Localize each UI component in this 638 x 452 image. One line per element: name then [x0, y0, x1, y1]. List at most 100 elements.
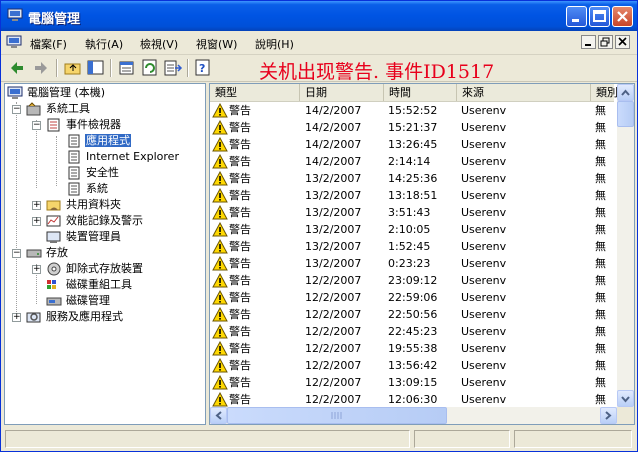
- event-category: 無: [595, 155, 606, 168]
- tree-node-system-tools[interactable]: 系統工具: [26, 101, 91, 117]
- forward-button[interactable]: [31, 58, 51, 78]
- scroll-up-button[interactable]: [617, 84, 634, 101]
- event-category: 無: [595, 121, 606, 134]
- table-row[interactable]: 警告 14/2/2007 2:14:14 Userenv 無: [210, 153, 614, 170]
- event-type: 警告: [229, 104, 251, 117]
- tree-node-root[interactable]: 電腦管理 (本機): [7, 85, 106, 101]
- table-row[interactable]: 警告 14/2/2007 15:21:37 Userenv 無: [210, 119, 614, 136]
- event-type: 警告: [229, 172, 251, 185]
- menu-action[interactable]: 執行(A): [85, 36, 123, 52]
- column-header-source[interactable]: 來源: [457, 84, 591, 101]
- tree-node-security-log[interactable]: 安全性: [66, 165, 120, 181]
- child-restore-button[interactable]: [598, 35, 613, 49]
- table-row[interactable]: 警告 13/2/2007 14:25:36 Userenv 無: [210, 170, 614, 187]
- column-header-type[interactable]: 類型: [210, 84, 300, 101]
- expander-shared-folders[interactable]: +: [32, 201, 41, 210]
- expander-services-apps[interactable]: +: [12, 313, 21, 322]
- tree-node-shared-folders[interactable]: 共用資料夾: [46, 197, 122, 213]
- services-icon: [26, 312, 41, 323]
- menu-help[interactable]: 說明(H): [255, 36, 294, 52]
- tree-node-device-manager[interactable]: 裝置管理員: [46, 229, 122, 245]
- table-row[interactable]: 警告 13/2/2007 13:18:51 Userenv 無: [210, 187, 614, 204]
- table-row[interactable]: 警告 12/2/2007 19:55:38 Userenv 無: [210, 340, 614, 357]
- event-source: Userenv: [461, 325, 507, 338]
- properties-button[interactable]: [117, 58, 137, 78]
- help-button[interactable]: ?: [193, 58, 213, 78]
- maximize-button[interactable]: [589, 6, 610, 27]
- table-row[interactable]: 警告 13/2/2007 1:52:45 Userenv 無: [210, 238, 614, 255]
- tree-node-defrag[interactable]: 磁碟重組工具: [46, 277, 133, 293]
- console-tree: 電腦管理 (本機) − 系統工具 − 事件檢視器 應用程式 Internet E…: [4, 83, 206, 425]
- minimize-button[interactable]: [566, 6, 587, 27]
- show-hide-tree-button[interactable]: [86, 58, 106, 78]
- menu-view[interactable]: 檢視(V): [140, 36, 178, 52]
- title-bar[interactable]: 電腦管理: [1, 1, 637, 31]
- tree-node-services-apps[interactable]: 服務及應用程式: [26, 309, 124, 325]
- disk-management-icon: [46, 297, 62, 306]
- table-row[interactable]: 警告 14/2/2007 13:26:45 Userenv 無: [210, 136, 614, 153]
- event-category: 無: [595, 223, 606, 236]
- event-category: 無: [595, 138, 606, 151]
- tree-node-storage[interactable]: 存放: [26, 245, 69, 261]
- console-tree-icon: [87, 60, 104, 75]
- tree-node-perf-logs[interactable]: 效能記錄及警示: [46, 213, 144, 229]
- event-source: Userenv: [461, 223, 507, 236]
- table-row[interactable]: 警告 13/2/2007 0:23:23 Userenv 無: [210, 255, 614, 272]
- warning-triangle-icon: [212, 290, 228, 305]
- table-row[interactable]: 警告 12/2/2007 23:09:12 Userenv 無: [210, 272, 614, 289]
- close-button[interactable]: [612, 6, 633, 27]
- table-row[interactable]: 警告 12/2/2007 13:09:15 Userenv 無: [210, 374, 614, 391]
- event-time: 22:50:56: [388, 308, 438, 321]
- horizontal-scrollbar[interactable]: [210, 407, 617, 424]
- event-date: 14/2/2007: [305, 104, 362, 117]
- up-one-level-button[interactable]: [63, 58, 83, 78]
- event-category: 無: [595, 172, 606, 185]
- event-category: 無: [595, 376, 606, 389]
- tree-node-removable-storage[interactable]: 卸除式存放裝置: [46, 261, 144, 277]
- vertical-scroll-thumb[interactable]: [617, 101, 634, 127]
- column-header-time[interactable]: 時間: [384, 84, 457, 101]
- warning-triangle-icon: [212, 273, 228, 288]
- warning-triangle-icon: [212, 307, 228, 322]
- horizontal-scroll-thumb[interactable]: [227, 407, 447, 424]
- child-minimize-button[interactable]: [581, 35, 596, 49]
- warning-triangle-icon: [212, 341, 228, 356]
- expander-storage[interactable]: −: [12, 249, 21, 258]
- tree-node-disk-management[interactable]: 磁碟管理: [46, 293, 111, 309]
- event-type: 警告: [229, 223, 251, 236]
- column-header-date[interactable]: 日期: [300, 84, 384, 101]
- expander-event-viewer[interactable]: −: [32, 121, 41, 130]
- back-button[interactable]: [7, 58, 27, 78]
- tree-node-internet-explorer-log[interactable]: Internet Explorer: [66, 149, 180, 165]
- refresh-button[interactable]: [140, 58, 160, 78]
- warning-triangle-icon: [212, 137, 228, 152]
- expander-removable-storage[interactable]: +: [32, 265, 41, 274]
- menu-window[interactable]: 視窗(W): [196, 36, 237, 52]
- scroll-left-button[interactable]: [210, 407, 227, 424]
- export-list-button[interactable]: [163, 58, 183, 78]
- event-type: 警告: [229, 155, 251, 168]
- table-row[interactable]: 警告 12/2/2007 22:45:23 Userenv 無: [210, 323, 614, 340]
- table-row[interactable]: 警告 12/2/2007 22:50:56 Userenv 無: [210, 306, 614, 323]
- table-row[interactable]: 警告 14/2/2007 15:52:52 Userenv 無: [210, 102, 614, 119]
- event-time: 19:55:38: [388, 342, 438, 355]
- tree-node-application-log[interactable]: 應用程式: [66, 133, 131, 149]
- event-date: 13/2/2007: [305, 240, 362, 253]
- expander-system-tools[interactable]: −: [12, 105, 21, 114]
- svg-text:?: ?: [199, 62, 205, 75]
- table-row[interactable]: 警告 12/2/2007 22:59:06 Userenv 無: [210, 289, 614, 306]
- table-row[interactable]: 警告 12/2/2007 12:06:30 Userenv 無: [210, 391, 614, 408]
- menu-file[interactable]: 檔案(F): [30, 36, 67, 52]
- table-row[interactable]: 警告 13/2/2007 3:51:43 Userenv 無: [210, 204, 614, 221]
- vertical-scrollbar[interactable]: [617, 84, 634, 407]
- event-time: 12:06:30: [388, 393, 438, 406]
- table-row[interactable]: 警告 12/2/2007 13:56:42 Userenv 無: [210, 357, 614, 374]
- computer-icon: [6, 35, 22, 48]
- child-close-button[interactable]: [615, 35, 630, 49]
- scroll-down-button[interactable]: [617, 390, 634, 407]
- table-row[interactable]: 警告 13/2/2007 2:10:05 Userenv 無: [210, 221, 614, 238]
- scroll-right-button[interactable]: [600, 407, 617, 424]
- tree-node-event-viewer[interactable]: 事件檢視器: [46, 117, 122, 133]
- tree-node-system-log[interactable]: 系統: [66, 181, 109, 197]
- expander-perf-logs[interactable]: +: [32, 217, 41, 226]
